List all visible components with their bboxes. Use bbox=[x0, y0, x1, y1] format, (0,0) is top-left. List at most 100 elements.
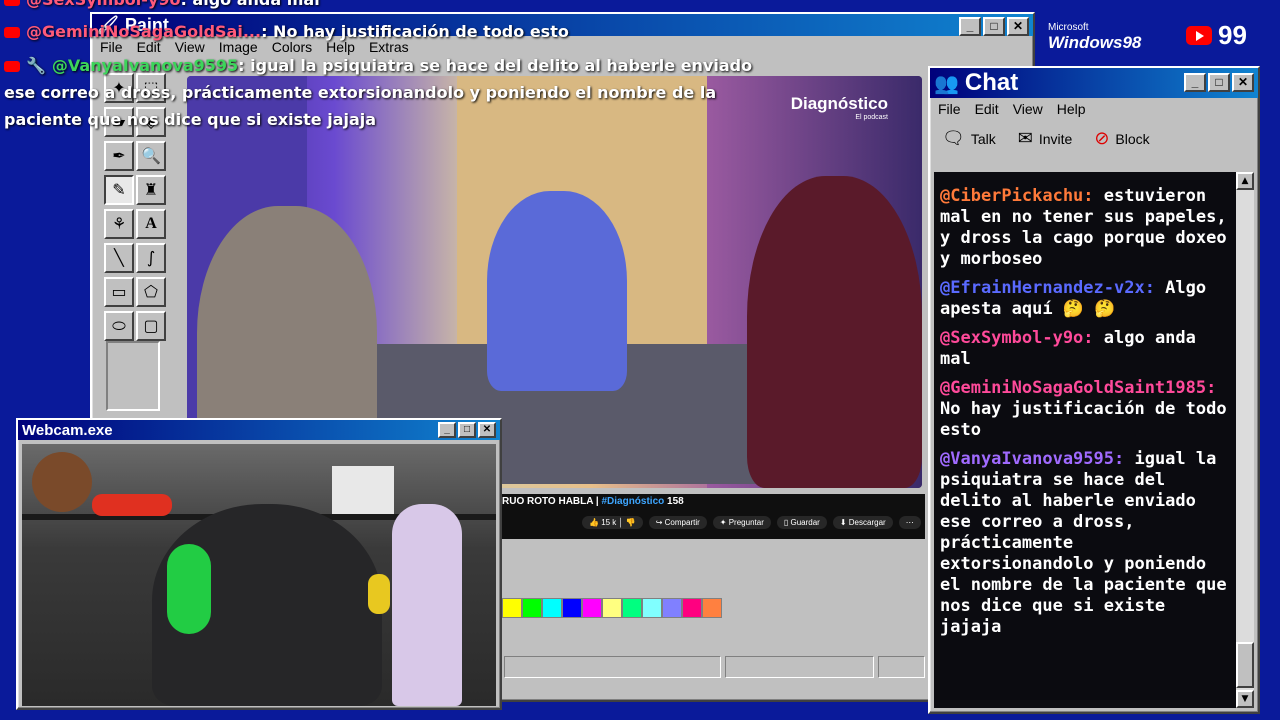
color-picker-icon[interactable]: ✒ bbox=[104, 141, 134, 171]
scroll-up-icon[interactable]: ▲ bbox=[1236, 172, 1254, 190]
menu-view[interactable]: View bbox=[175, 39, 205, 55]
youtube-icon bbox=[4, 27, 20, 38]
flowers bbox=[92, 494, 172, 516]
palette-swatch[interactable] bbox=[682, 598, 702, 618]
overlay-user: @SexSymbol-y9o bbox=[26, 0, 180, 9]
youtube-icon bbox=[4, 61, 20, 72]
magnifier-icon[interactable]: 🔍 bbox=[136, 141, 166, 171]
block-button[interactable]: ⊘ Block bbox=[1094, 128, 1149, 149]
menu-edit[interactable]: Edit bbox=[137, 39, 161, 55]
chat-username[interactable]: @SexSymbol-y9o: bbox=[940, 328, 1094, 348]
scroll-thumb[interactable] bbox=[1236, 642, 1254, 688]
maximize-button[interactable]: □ bbox=[983, 17, 1005, 36]
minimize-button[interactable]: _ bbox=[1184, 73, 1206, 92]
invite-label: Invite bbox=[1038, 130, 1073, 147]
palette-swatch[interactable] bbox=[562, 598, 582, 618]
webcam-titlebar[interactable]: Webcam.exe bbox=[18, 420, 500, 440]
chat-username[interactable]: @VanyaIvanova9595: bbox=[940, 449, 1124, 469]
tool-options-box[interactable] bbox=[106, 341, 160, 411]
menu-view[interactable]: View bbox=[1013, 101, 1043, 117]
maximize-button[interactable]: □ bbox=[458, 422, 476, 438]
chat-window: 👥 Chat _ □ ✕ File Edit View Help 🗨 Talk ✉… bbox=[928, 66, 1260, 714]
menu-colors[interactable]: Colors bbox=[272, 39, 312, 55]
yellow-figure bbox=[368, 574, 390, 614]
chat-username[interactable]: @CiberPickachu: bbox=[940, 186, 1094, 206]
menu-extras[interactable]: Extras bbox=[369, 39, 409, 55]
share-label: Compartir bbox=[664, 518, 700, 527]
menu-edit[interactable]: Edit bbox=[975, 101, 999, 117]
rectangle-icon[interactable]: ▭ bbox=[104, 277, 134, 307]
video-title[interactable]: RUO ROTO HABLA | #Diagnóstico 158 bbox=[502, 496, 684, 507]
chat-people-icon: 👥 bbox=[934, 72, 959, 95]
scroll-down-icon[interactable]: ▼ bbox=[1236, 690, 1254, 708]
palette-swatch[interactable] bbox=[602, 598, 622, 618]
chat-title: Chat bbox=[964, 69, 1019, 96]
menu-help[interactable]: Help bbox=[326, 39, 355, 55]
joker-figure bbox=[392, 504, 462, 706]
save-button[interactable]: ▯ Guardar bbox=[776, 516, 827, 529]
guest-man bbox=[747, 176, 922, 488]
menu-file[interactable]: File bbox=[938, 101, 961, 117]
palette-swatch[interactable] bbox=[522, 598, 542, 618]
rounded-rect-icon[interactable]: ▢ bbox=[136, 311, 166, 341]
more-button[interactable]: ⋯ bbox=[898, 516, 921, 529]
minimize-button[interactable]: _ bbox=[438, 422, 456, 438]
download-button[interactable]: ⬇ Descargar bbox=[832, 516, 893, 529]
invite-icon: ✉ bbox=[1017, 128, 1033, 148]
minimize-button[interactable]: _ bbox=[959, 17, 981, 36]
palette-swatch[interactable] bbox=[642, 598, 662, 618]
video-hashtag[interactable]: #Diagnóstico bbox=[601, 496, 664, 507]
video-title-prefix: RUO ROTO HABLA | bbox=[502, 496, 602, 507]
chat-message: @EfrainHernandez-v2x: Algo apesta aquí 🤔… bbox=[940, 278, 1236, 320]
close-button[interactable]: ✕ bbox=[478, 422, 496, 438]
palette-swatch[interactable] bbox=[702, 598, 722, 618]
palette-swatch[interactable] bbox=[622, 598, 642, 618]
ellipse-icon[interactable]: ⬭ bbox=[104, 311, 134, 341]
chat-log[interactable]: @CiberPickachu: estuvieron mal en no ten… bbox=[934, 172, 1240, 708]
close-button[interactable]: ✕ bbox=[1007, 17, 1029, 36]
youtube-icon bbox=[1186, 26, 1212, 45]
video-logo: Diagnóstico El podcast bbox=[791, 94, 888, 121]
brush-icon[interactable]: ♜ bbox=[136, 175, 166, 205]
overlay-text: : igual la psiquiatra se hace del delito… bbox=[238, 56, 753, 75]
talk-button[interactable]: 🗨 Talk bbox=[942, 128, 996, 149]
paper-towels bbox=[332, 466, 394, 514]
overlay-line: paciente que nos dice que si existe jaja… bbox=[4, 110, 376, 129]
palette-swatch[interactable] bbox=[662, 598, 682, 618]
palette-swatch[interactable] bbox=[542, 598, 562, 618]
curve-icon[interactable]: ∫ bbox=[136, 243, 166, 273]
chat-toolbar: 🗨 Talk ✉ Invite ⊘ Block bbox=[930, 120, 1258, 157]
chat-username[interactable]: @EfrainHernandez-v2x: bbox=[940, 278, 1155, 298]
save-label: Guardar bbox=[790, 518, 820, 527]
polygon-icon[interactable]: ⬠ bbox=[136, 277, 166, 307]
video-info-bar: RUO ROTO HABLA | #Diagnóstico 158 👍 15 k… bbox=[500, 494, 925, 539]
ask-button[interactable]: ✦ Preguntar bbox=[712, 516, 771, 529]
text-icon[interactable]: A bbox=[136, 209, 166, 239]
palette-swatch[interactable] bbox=[502, 598, 522, 618]
pencil-icon[interactable]: ✎ bbox=[104, 175, 134, 205]
color-palette bbox=[502, 598, 722, 618]
line-icon[interactable]: ╲ bbox=[104, 243, 134, 273]
wrench-icon: 🔧 bbox=[26, 56, 46, 75]
menu-file[interactable]: File bbox=[100, 39, 123, 55]
talk-label: Talk bbox=[970, 130, 996, 147]
download-label: Descargar bbox=[848, 518, 886, 527]
menu-help[interactable]: Help bbox=[1057, 101, 1086, 117]
logo-subtext: El podcast bbox=[855, 114, 888, 121]
palette-swatch[interactable] bbox=[582, 598, 602, 618]
chat-message: @GeminiNoSagaGoldSaint1985: No hay justi… bbox=[940, 378, 1236, 441]
menu-image[interactable]: Image bbox=[219, 39, 258, 55]
chat-scrollbar[interactable]: ▲ ▼ bbox=[1236, 172, 1254, 708]
logo-text: Diagnóstico bbox=[790, 94, 888, 113]
overlay-user: @VanyaIvanova9595 bbox=[51, 56, 239, 75]
overlay-line: 🔧 @VanyaIvanova9595: igual la psiquiatra … bbox=[4, 56, 752, 75]
chat-menubar: File Edit View Help bbox=[930, 98, 1258, 120]
like-button[interactable]: 👍 15 k │ 👎 bbox=[582, 516, 643, 529]
invite-button[interactable]: ✉ Invite bbox=[1018, 128, 1073, 149]
close-button[interactable]: ✕ bbox=[1232, 73, 1254, 92]
webcam-feed bbox=[22, 444, 496, 706]
maximize-button[interactable]: □ bbox=[1208, 73, 1230, 92]
chat-username[interactable]: @GeminiNoSagaGoldSaint1985: bbox=[940, 378, 1216, 398]
airbrush-icon[interactable]: ⚘ bbox=[104, 209, 134, 239]
share-button[interactable]: ↪ Compartir bbox=[648, 516, 707, 529]
